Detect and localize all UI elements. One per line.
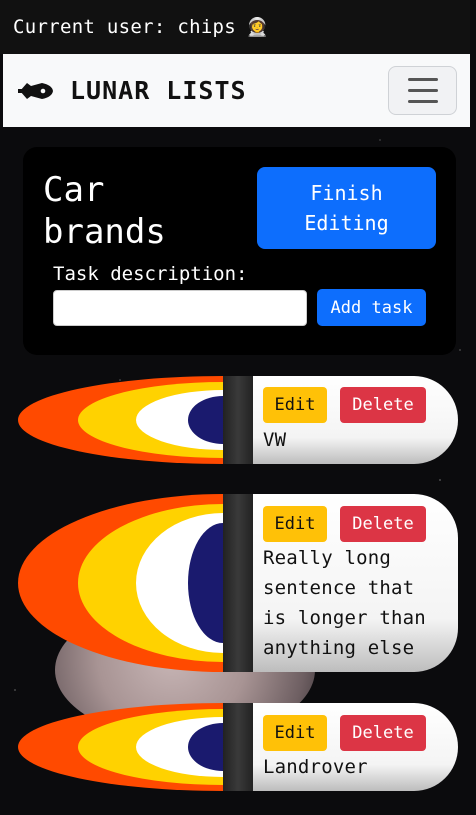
astronaut-emoji: 👩‍🚀	[246, 16, 269, 38]
task-text: VW	[263, 429, 287, 451]
menu-toggle-button[interactable]	[388, 66, 457, 115]
task-description-input[interactable]	[53, 290, 307, 326]
rocket-band	[223, 494, 253, 672]
hamburger-menu-icon	[407, 78, 438, 81]
rocket-flame-image	[18, 376, 228, 464]
task-rocket: Edit Delete VW	[18, 376, 458, 464]
task-text: Really long sentence that is longer than…	[263, 547, 426, 659]
hamburger-menu-icon	[407, 89, 438, 92]
task-description-label: Task description:	[53, 263, 248, 285]
edit-task-button[interactable]: Edit	[263, 387, 327, 423]
hamburger-menu-icon	[407, 100, 438, 103]
rocket-flame-image	[18, 494, 228, 672]
delete-task-button[interactable]: Delete	[340, 506, 426, 542]
navbar: LUNAR LISTS	[3, 54, 470, 127]
delete-task-button[interactable]: Delete	[340, 387, 426, 423]
current-user-bar: Current user: chips 👩‍🚀	[0, 0, 470, 54]
task-rocket: Edit Delete Landrover	[18, 703, 458, 791]
task-text: Landrover	[263, 756, 368, 778]
current-user-text: Current user: chips	[13, 16, 237, 38]
rocket-flame-image	[18, 703, 228, 791]
add-task-button[interactable]: Add task	[317, 289, 426, 326]
edit-task-button[interactable]: Edit	[263, 715, 327, 751]
list-editor-card: Car brands Finish Editing Task descripti…	[23, 147, 456, 355]
edit-task-button[interactable]: Edit	[263, 506, 327, 542]
rocket-band	[223, 703, 253, 791]
brand-link[interactable]: LUNAR LISTS	[18, 76, 247, 105]
finish-editing-button[interactable]: Finish Editing	[257, 167, 436, 249]
delete-task-button[interactable]: Delete	[340, 715, 426, 751]
list-title: Car brands	[43, 170, 166, 252]
brand-title: LUNAR LISTS	[70, 76, 247, 105]
rocket-icon	[18, 82, 53, 99]
task-rocket: Edit Delete Really long sentence that is…	[18, 494, 458, 672]
rocket-band	[223, 376, 253, 464]
